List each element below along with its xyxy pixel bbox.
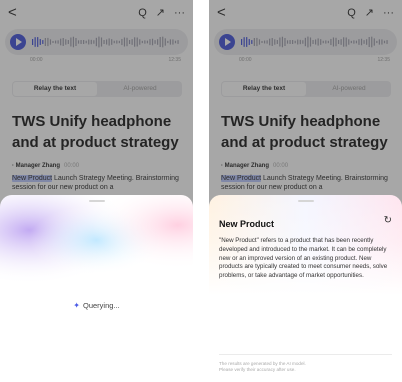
result-definition: "New Product" refers to a product that h…: [219, 237, 388, 280]
divider: [219, 354, 392, 355]
result-header: New Product ↻: [219, 214, 392, 229]
ai-glow: [0, 195, 193, 295]
querying-label: Querying...: [83, 301, 120, 310]
ai-bottom-sheet: ✦ Querying...: [0, 195, 193, 382]
sheet-handle[interactable]: [88, 200, 105, 202]
ai-disclaimer: The results are generated by the AI mode…: [219, 361, 394, 373]
querying-status: ✦ Querying...: [0, 301, 193, 310]
screen-result: < Q ↗ ··· 00:00 12:35 Relay the text AI-…: [209, 0, 402, 382]
sheet-handle[interactable]: [297, 200, 314, 202]
sparkle-icon: ✦: [73, 301, 80, 310]
ai-bottom-sheet: New Product ↻ "New Product" refers to a …: [209, 195, 402, 382]
refresh-icon[interactable]: ↻: [384, 214, 392, 228]
screen-querying: < Q ↗ ··· 00:00 12:35 Relay the text AI-…: [0, 0, 193, 382]
result-term: New Product: [219, 219, 275, 229]
disclaimer-line-2: Please verify their accuracy after use.: [219, 367, 296, 372]
